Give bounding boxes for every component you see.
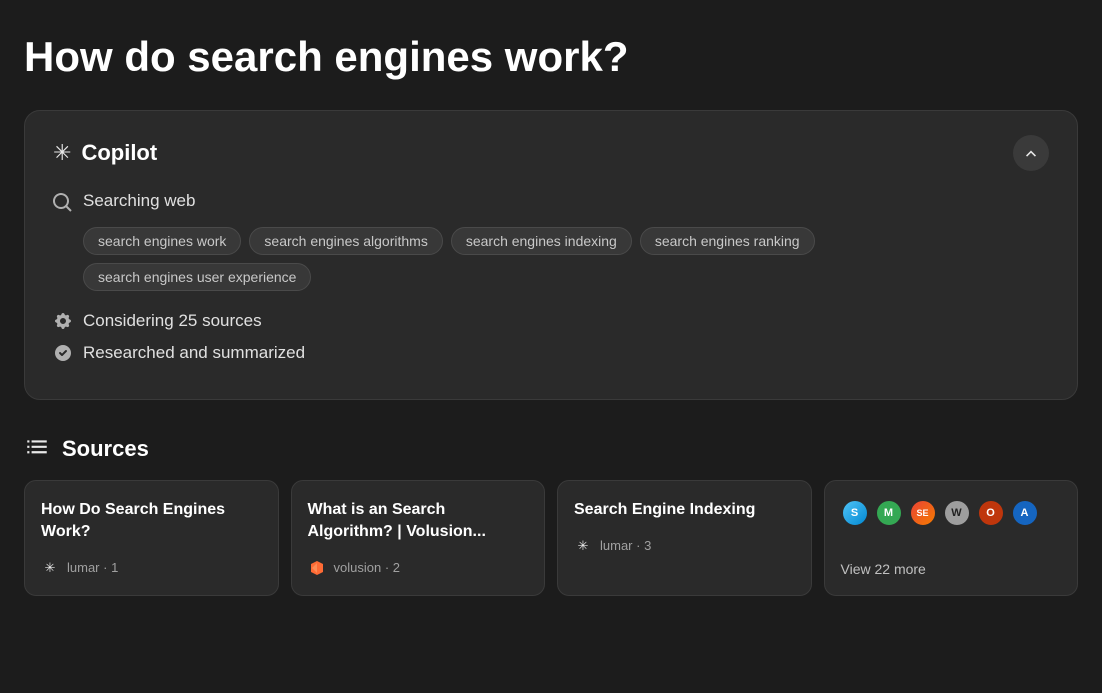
tag-3[interactable]: search engines ranking xyxy=(640,227,815,255)
lumar-logo-0: ✳ xyxy=(41,559,59,577)
page-title: How do search engines work? xyxy=(24,32,1078,82)
lumar-logo-2: ✳ xyxy=(574,537,592,555)
view-more-label: View 22 more xyxy=(841,561,926,577)
source-card-1-footer: volusion · 2 xyxy=(308,559,529,577)
collapse-button[interactable] xyxy=(1013,135,1049,171)
copilot-title-row: ✳ Copilot xyxy=(53,140,157,166)
tag-4[interactable]: search engines user experience xyxy=(83,263,311,291)
considering-row: Considering 25 sources xyxy=(53,311,1049,331)
volusion-logo xyxy=(308,559,326,577)
more-sources-card[interactable]: S M SE W O A View 22 more xyxy=(824,480,1079,595)
summarized-row: Researched and summarized xyxy=(53,343,1049,363)
copilot-star-icon: ✳ xyxy=(53,140,71,166)
source-card-2-meta: lumar · 3 xyxy=(600,538,651,553)
searching-row: Searching web xyxy=(53,191,1049,213)
sources-grid: How Do Search Engines Work? ✳ lumar · 1 … xyxy=(24,480,1078,595)
considering-label: Considering 25 sources xyxy=(83,311,262,331)
source-card-0-title: How Do Search Engines Work? xyxy=(41,499,262,542)
sources-section: Sources How Do Search Engines Work? ✳ lu… xyxy=(24,436,1078,595)
check-circle-icon xyxy=(53,343,73,363)
source-card-2[interactable]: Search Engine Indexing ✳ lumar · 3 xyxy=(557,480,812,595)
searching-label: Searching web xyxy=(83,191,195,211)
source-card-1-title: What is an Search Algorithm? | Volusion.… xyxy=(308,499,529,542)
favicon-3: W xyxy=(943,499,971,527)
favicon-group: S M SE W O A xyxy=(841,499,1039,527)
favicon-4: O xyxy=(977,499,1005,527)
favicon-5: A xyxy=(1011,499,1039,527)
copilot-card: ✳ Copilot Searching web search engines w… xyxy=(24,110,1078,400)
tag-1[interactable]: search engines algorithms xyxy=(249,227,442,255)
copilot-title: Copilot xyxy=(81,140,157,166)
tag-2[interactable]: search engines indexing xyxy=(451,227,632,255)
favicon-0: S xyxy=(841,499,869,527)
tags-container: search engines work search engines algor… xyxy=(83,227,1049,291)
source-card-0-meta: lumar · 1 xyxy=(67,560,118,575)
favicon-1: M xyxy=(875,499,903,527)
source-card-2-title: Search Engine Indexing xyxy=(574,499,795,521)
sources-list-icon xyxy=(24,436,50,462)
source-card-0-footer: ✳ lumar · 1 xyxy=(41,559,262,577)
source-card-1-meta: volusion · 2 xyxy=(334,560,401,575)
sources-title: Sources xyxy=(62,436,149,462)
source-card-2-footer: ✳ lumar · 3 xyxy=(574,537,795,555)
source-card-0[interactable]: How Do Search Engines Work? ✳ lumar · 1 xyxy=(24,480,279,595)
gear-icon xyxy=(53,311,73,331)
source-card-1[interactable]: What is an Search Algorithm? | Volusion.… xyxy=(291,480,546,595)
copilot-header: ✳ Copilot xyxy=(53,135,1049,171)
chevron-up-icon xyxy=(1023,145,1039,161)
tag-0[interactable]: search engines work xyxy=(83,227,241,255)
favicon-2: SE xyxy=(909,499,937,527)
summarized-label: Researched and summarized xyxy=(83,343,305,363)
search-icon xyxy=(53,193,73,213)
sources-header: Sources xyxy=(24,436,1078,462)
